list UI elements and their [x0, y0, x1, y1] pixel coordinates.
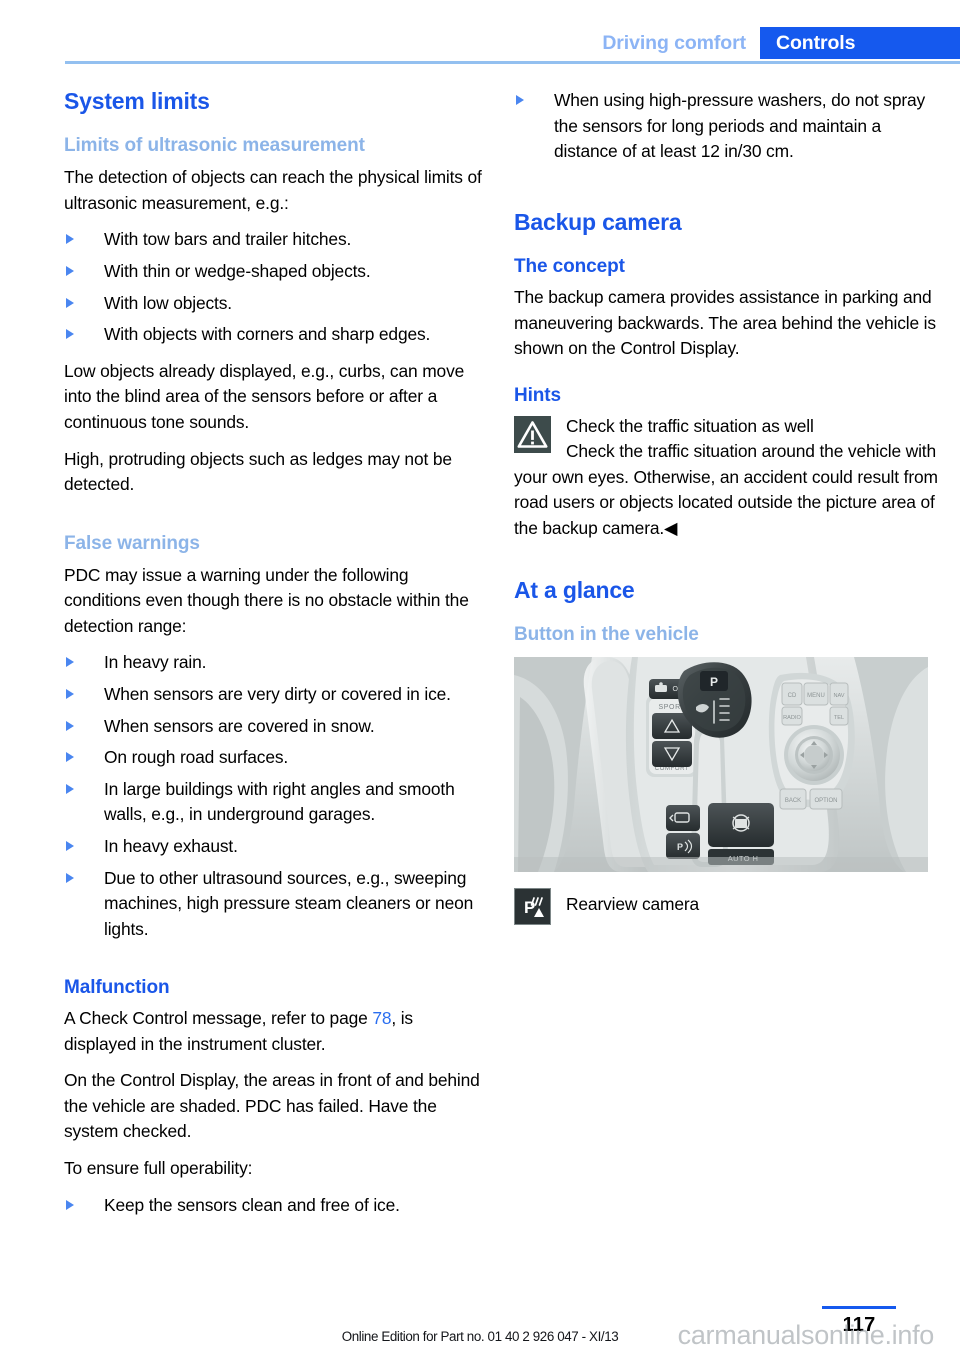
- text-before-page-link: A Check Control message, refer to page: [64, 1008, 373, 1029]
- bullet-triangle-icon: [516, 95, 524, 105]
- list-high-pressure-washers: When using high-pressure washers, do not…: [514, 88, 938, 165]
- svg-text:NAV: NAV: [833, 693, 844, 699]
- heading-hints: Hints: [514, 384, 562, 406]
- list-item-label: In large buildings with right angles and…: [104, 778, 455, 825]
- tab-controls[interactable]: Controls: [760, 27, 960, 59]
- paragraph-ultrasonic-intro: The detection of objects can reach the p…: [64, 167, 482, 213]
- bullet-triangle-icon: [66, 266, 74, 277]
- page-title-backup-camera: Backup camera: [514, 208, 682, 235]
- list-item: In large buildings with right angles and…: [64, 777, 488, 828]
- list-item-label: On rough road surfaces.: [104, 747, 289, 768]
- svg-text:P: P: [710, 675, 718, 689]
- list-item-label: In heavy exhaust.: [104, 835, 238, 856]
- svg-text:TEL: TEL: [834, 715, 844, 721]
- left-column: System limits Limits of ultrasonic measu…: [64, 88, 488, 1229]
- bullet-triangle-icon: [66, 872, 74, 883]
- photo-caption: P Rearview camera: [514, 887, 938, 925]
- page-header: Driving comfort Controls: [0, 0, 960, 64]
- list-item: When sensors are very dirty or covered i…: [64, 682, 488, 708]
- page-title-system-limits: System limits: [64, 88, 210, 114]
- vehicle-center-console-photo: SPORT COMFORT OFF: [514, 656, 928, 872]
- list-item: On rough road surfaces.: [64, 745, 488, 771]
- list-item: Due to other ultrasound sources, e.g., s…: [64, 866, 488, 943]
- watermark: carmanualsonline.info: [677, 1320, 935, 1350]
- list-item-label: With objects with corners and sharp edge…: [104, 324, 431, 345]
- heading-false-warnings: False warnings: [64, 532, 200, 554]
- paragraph-ensure-operability: To ensure full operability:: [64, 1158, 253, 1179]
- heading-limits-of-ultrasonic-measurement: Limits of ultrasonic measurement: [64, 135, 365, 157]
- paragraph-control-display-shaded: On the Control Display, the areas in fro…: [64, 1070, 480, 1142]
- list-item-label: Keep the sensors clean and free of ice.: [104, 1194, 400, 1215]
- bullet-triangle-icon: [66, 329, 74, 340]
- warning-body: Check the traffic situation around the v…: [514, 441, 938, 538]
- tab-driving-comfort[interactable]: Driving comfort: [602, 27, 760, 59]
- list-item: When using high-pressure washers, do not…: [514, 88, 938, 165]
- svg-text:BACK: BACK: [785, 798, 801, 804]
- bullet-triangle-icon: [66, 657, 74, 668]
- svg-text:P: P: [677, 842, 683, 852]
- list-item: In heavy exhaust.: [64, 834, 488, 860]
- warning-title: Check the traffic situation as well: [566, 415, 814, 436]
- list-item-label: When using high-pressure washers, do not…: [554, 90, 926, 162]
- list-item-label: With thin or wedge-shaped objects.: [104, 261, 371, 282]
- list-false-warning-conditions: In heavy rain. When sensors are very dir…: [64, 650, 488, 942]
- bullet-triangle-icon: [66, 783, 74, 794]
- heading-button-in-the-vehicle: Button in the vehicle: [514, 624, 699, 645]
- list-item: With tow bars and trailer hitches.: [64, 227, 488, 253]
- bullet-triangle-icon: [66, 720, 74, 731]
- bullet-triangle-icon: [66, 840, 74, 851]
- warning-note: Check the traffic situation as well Chec…: [514, 414, 938, 542]
- paragraph-low-objects: Low objects already displayed, e.g., cur…: [64, 360, 465, 432]
- svg-text:MENU: MENU: [807, 693, 825, 699]
- paragraph-high-objects: High, protruding objects such as ledges …: [64, 448, 452, 495]
- right-column: When using high-pressure washers, do not…: [514, 88, 938, 925]
- list-item: With low objects.: [64, 291, 488, 317]
- list-item: In heavy rain.: [64, 650, 488, 676]
- warning-triangle-icon: [514, 415, 551, 453]
- paragraph-false-warnings-intro: PDC may issue a warning under the follow…: [64, 564, 469, 636]
- svg-text:CD: CD: [788, 693, 797, 699]
- list-item-label: Due to other ultrasound sources, e.g., s…: [104, 867, 474, 939]
- paragraph-check-control-message: A Check Control message, refer to page 7…: [64, 1006, 488, 1057]
- paragraph-concept-description: The backup camera provides assistance in…: [514, 287, 936, 359]
- list-item-label: With low objects.: [104, 292, 232, 313]
- heading-malfunction: Malfunction: [64, 977, 170, 999]
- list-item: With objects with corners and sharp edge…: [64, 322, 488, 348]
- rearview-camera-button-icon: P: [514, 887, 551, 925]
- list-item: With thin or wedge-shaped objects.: [64, 259, 488, 285]
- list-item-label: When sensors are very dirty or covered i…: [104, 683, 451, 704]
- header-divider: [65, 61, 960, 64]
- list-item: When sensors are covered in snow.: [64, 714, 488, 740]
- bullet-triangle-icon: [66, 688, 74, 699]
- svg-text:RADIO: RADIO: [783, 715, 801, 721]
- list-operability: Keep the sensors clean and free of ice.: [64, 1193, 488, 1219]
- bullet-triangle-icon: [66, 1199, 74, 1210]
- page-reference-link[interactable]: 78: [372, 1008, 391, 1028]
- list-item: Keep the sensors clean and free of ice.: [64, 1193, 488, 1219]
- list-item-label: In heavy rain.: [104, 652, 207, 673]
- page-title-at-a-glance: At a glance: [514, 576, 635, 603]
- list-item-label: When sensors are covered in snow.: [104, 715, 375, 736]
- header-tabs: Driving comfort Controls: [602, 27, 960, 59]
- bullet-triangle-icon: [66, 297, 74, 308]
- footer-divider: [822, 1306, 896, 1309]
- bullet-triangle-icon: [66, 234, 74, 245]
- heading-the-concept: The concept: [514, 256, 625, 278]
- list-item-label: With tow bars and trailer hitches.: [104, 229, 352, 250]
- bullet-triangle-icon: [66, 752, 74, 763]
- svg-text:OPTION: OPTION: [814, 798, 837, 804]
- list-ultrasonic-limits: With tow bars and trailer hitches. With …: [64, 227, 488, 347]
- caption-label: Rearview camera: [566, 893, 700, 914]
